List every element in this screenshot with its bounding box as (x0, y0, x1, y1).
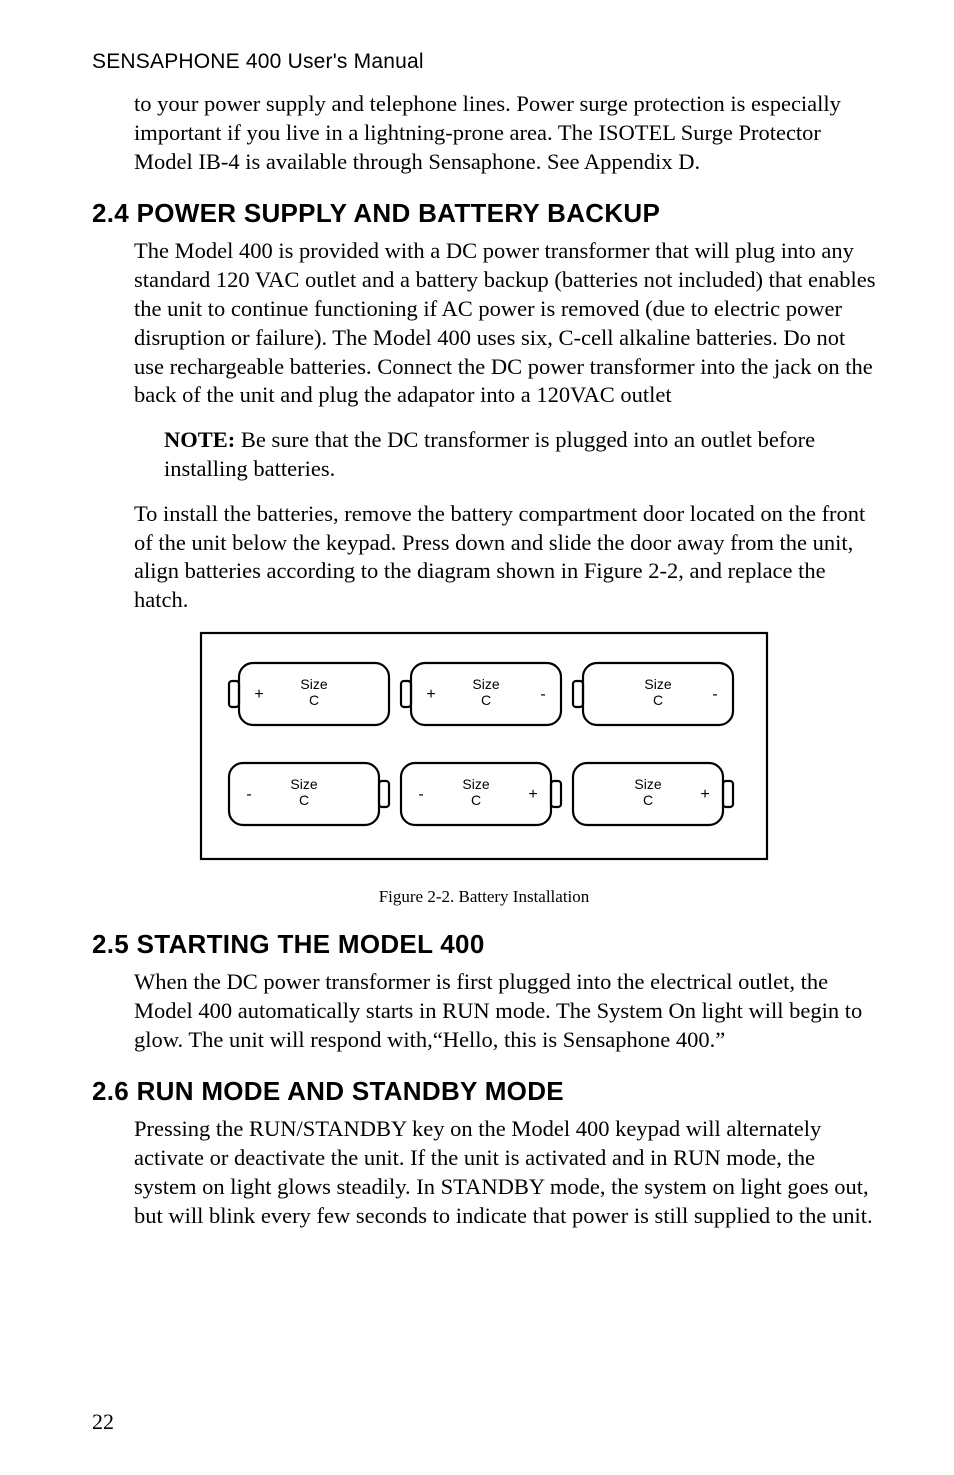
heading-2-4: 2.4 POWER SUPPLY AND BATTERY BACKUP (92, 198, 876, 229)
svg-text:Size: Size (462, 776, 489, 792)
svg-text:Size: Size (644, 676, 671, 692)
heading-2-5: 2.5 STARTING THE MODEL 400 (92, 929, 876, 960)
svg-text:+: + (254, 686, 263, 703)
note-label: NOTE: (164, 427, 235, 452)
svg-text:+: + (426, 686, 435, 703)
note-body: Be sure that the DC transformer is plugg… (164, 427, 815, 481)
svg-text:-: - (540, 686, 545, 703)
page: SENSAPHONE 400 User's Manual to your pow… (0, 0, 954, 1475)
svg-text:-: - (418, 786, 423, 803)
svg-text:C: C (309, 692, 319, 708)
heading-2-6: 2.6 RUN MODE AND STANDBY MODE (92, 1076, 876, 1107)
running-head: SENSAPHONE 400 User's Manual (92, 50, 876, 74)
svg-text:Size: Size (634, 776, 661, 792)
s25-p1: When the DC power transformer is first p… (134, 968, 876, 1054)
s24-p1: The Model 400 is provided with a DC powe… (134, 237, 876, 410)
s24-note: NOTE: Be sure that the DC transformer is… (164, 426, 876, 484)
intro-paragraph: to your power supply and telephone lines… (134, 90, 876, 176)
svg-text:C: C (481, 692, 491, 708)
svg-text:C: C (299, 792, 309, 808)
svg-text:C: C (643, 792, 653, 808)
battery-cell-2: + Size C - (401, 663, 561, 725)
battery-svg: + Size C + Size C - Size C - (199, 631, 769, 861)
battery-cell-3: Size C - (573, 663, 733, 725)
svg-text:+: + (528, 786, 537, 803)
s26-p1: Pressing the RUN/STANDBY key on the Mode… (134, 1115, 876, 1230)
page-number: 22 (92, 1409, 114, 1435)
svg-text:+: + (700, 786, 709, 803)
svg-text:Size: Size (472, 676, 499, 692)
svg-text:C: C (653, 692, 663, 708)
svg-text:Size: Size (290, 776, 317, 792)
svg-text:C: C (471, 792, 481, 808)
svg-text:-: - (246, 786, 251, 803)
figure-caption: Figure 2-2. Battery Installation (92, 887, 876, 907)
battery-cell-6: Size C + (573, 763, 733, 825)
battery-cell-4: - Size C (229, 763, 389, 825)
battery-cell-5: - Size C + (401, 763, 561, 825)
svg-text:Size: Size (300, 676, 327, 692)
battery-cell-1: + Size C (229, 663, 389, 725)
battery-diagram: + Size C + Size C - Size C - (199, 631, 769, 861)
s24-p2: To install the batteries, remove the bat… (134, 500, 876, 615)
svg-text:-: - (712, 686, 717, 703)
